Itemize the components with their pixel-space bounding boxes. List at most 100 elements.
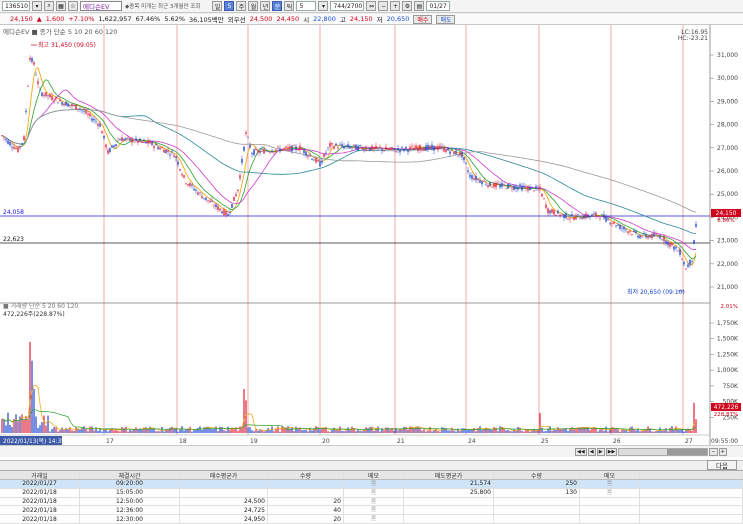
calendar-icon: ▤ xyxy=(416,2,423,10)
cell-sell-avg xyxy=(404,515,494,523)
memo-icon[interactable]: 🗎 xyxy=(371,515,376,523)
table-row[interactable]: 2022/01/27 09:20:00 🗎 21,574 250 🗎 xyxy=(0,480,743,489)
memo-icon[interactable]: 🗎 xyxy=(371,506,376,514)
period-day-button[interactable]: 일 xyxy=(212,1,223,11)
period-value-select[interactable]: 5 xyxy=(296,1,317,11)
settings-button[interactable]: ⚙ xyxy=(402,1,413,11)
chart-type-button[interactable]: ▦ xyxy=(56,1,66,11)
header-sell-qty[interactable]: 수량 xyxy=(494,471,580,479)
cell-memo[interactable]: 🗎 xyxy=(344,515,404,523)
chart-area[interactable]: 31,000 30,000 29,000 28,000 27,000 26,000 25,0… xyxy=(0,25,743,461)
search-button[interactable]: ⌕ xyxy=(44,1,54,11)
scroll-track[interactable] xyxy=(618,448,709,456)
x-tick-label: 24 xyxy=(468,438,476,445)
scroll-last-button[interactable]: ▶▶ xyxy=(605,448,618,456)
zoom-in-button[interactable]: + xyxy=(390,1,401,11)
period-year-button[interactable]: 년 xyxy=(260,1,271,11)
header-buy-qty[interactable]: 수량 xyxy=(268,471,344,479)
candle-body xyxy=(225,210,227,216)
memo-icon[interactable]: 🗎 xyxy=(607,480,612,488)
volume-bar xyxy=(159,431,161,433)
scroll-thumb[interactable] xyxy=(667,449,708,455)
memo-icon[interactable]: 🗎 xyxy=(371,480,376,488)
candle-body xyxy=(81,109,83,111)
scroll-first-button[interactable]: ◀◀ xyxy=(575,448,587,456)
price-volume-chart[interactable]: 31,000 30,000 29,000 28,000 27,000 26,000 25,0… xyxy=(0,25,743,445)
header-memo-2[interactable]: 메모 xyxy=(580,471,640,479)
volume-bar xyxy=(359,430,361,433)
tool-arrows-button[interactable]: ⇔ xyxy=(366,1,377,11)
chart-scroll-bar[interactable]: ◀◀ ◀ ▶ ▶▶ − + xyxy=(0,445,743,457)
hc-label: HC:-23.21 xyxy=(678,35,708,42)
scroll-next-button[interactable]: ▶ xyxy=(596,448,605,456)
period-week-button[interactable]: 주 xyxy=(236,1,247,11)
cell-memo[interactable]: 🗎 xyxy=(344,480,404,488)
candle-body xyxy=(373,147,375,149)
volume-bar xyxy=(293,431,295,433)
candle-body xyxy=(37,81,39,85)
volume-bar xyxy=(23,419,25,433)
cell-memo-2[interactable] xyxy=(580,515,640,523)
candle-body xyxy=(55,97,57,99)
cell-memo[interactable]: 🗎 xyxy=(344,497,404,506)
zoom-minus-button[interactable]: − xyxy=(709,448,718,456)
volume-bar xyxy=(315,426,317,433)
volume-bar xyxy=(229,429,231,433)
buy-button[interactable]: 매수 xyxy=(413,14,433,24)
volume-bar xyxy=(377,426,379,433)
volume-current-pct: 228.87% xyxy=(714,412,738,418)
period-minute-button[interactable]: 분 xyxy=(272,1,283,11)
volume-bar xyxy=(131,430,133,433)
volume-bar xyxy=(53,427,55,433)
candle-body xyxy=(445,149,447,152)
volume-bar xyxy=(37,427,39,433)
candle-body xyxy=(379,147,381,149)
header-memo[interactable]: 메모 xyxy=(344,471,404,479)
cell-memo-2[interactable]: 🗎 xyxy=(580,488,640,497)
cell-memo[interactable]: 🗎 xyxy=(344,506,404,515)
code-dropdown-button[interactable]: ▾ xyxy=(32,1,42,11)
period-tick-button[interactable]: 틱 xyxy=(284,1,295,11)
header-buy-avg[interactable]: 매수평균가 xyxy=(180,471,268,479)
scroll-prev-button[interactable]: ◀ xyxy=(587,448,596,456)
candle-body xyxy=(571,214,573,216)
volume-bar xyxy=(253,431,255,433)
volume-bar xyxy=(631,426,633,433)
price-tick-label: 22,000 xyxy=(717,261,738,268)
sell-button[interactable]: 매도 xyxy=(436,14,456,24)
calendar-button[interactable]: ▤ xyxy=(414,1,425,11)
candle-body xyxy=(121,137,123,142)
candle-body xyxy=(547,208,549,214)
header-sell-avg[interactable]: 매도평균가 xyxy=(404,471,494,479)
cell-memo-2[interactable] xyxy=(580,506,640,515)
volume-bar xyxy=(251,430,253,433)
table-row[interactable]: 2022/01/18 12:36:00 24,725 40 🗎 xyxy=(0,506,743,516)
date-input[interactable]: 01/27 xyxy=(426,1,451,11)
cell-memo-2[interactable] xyxy=(580,497,640,506)
zoom-plus-button[interactable]: + xyxy=(718,448,727,456)
period-month-button[interactable]: 월 xyxy=(248,1,259,11)
candle-body xyxy=(303,149,305,154)
count-input[interactable]: 744/2700 xyxy=(330,1,365,11)
next-button[interactable]: 다음 xyxy=(707,460,737,470)
header-date[interactable]: 거래일 xyxy=(0,471,80,479)
cell-memo[interactable]: 🗎 xyxy=(344,488,404,497)
stock-name-field[interactable]: 에디슨EV xyxy=(80,1,122,11)
stock-code-input[interactable]: 136510 xyxy=(2,1,30,11)
period-dropdown-button[interactable]: ▾ xyxy=(318,1,329,11)
period-5-button[interactable]: 5 xyxy=(224,1,235,11)
memo-icon[interactable]: 🗎 xyxy=(607,489,612,497)
cell-memo-2[interactable]: 🗎 xyxy=(580,480,640,488)
candle-body xyxy=(511,188,513,190)
memo-icon[interactable]: 🗎 xyxy=(371,489,376,497)
favorite-button[interactable]: ☆ xyxy=(68,1,78,11)
candle-body xyxy=(271,150,273,153)
header-time[interactable]: 체결시간 xyxy=(80,471,180,479)
table-row[interactable]: 2022/01/18 12:50:00 24,500 20 🗎 xyxy=(0,497,743,507)
table-row[interactable]: 2022/01/18 15:05:00 🗎 25,800 130 🗎 xyxy=(0,488,743,498)
candle-body xyxy=(535,186,537,189)
zoom-out-button[interactable]: − xyxy=(378,1,389,11)
memo-icon[interactable]: 🗎 xyxy=(371,498,376,506)
candle-body xyxy=(317,160,319,162)
candle-body xyxy=(453,151,455,155)
